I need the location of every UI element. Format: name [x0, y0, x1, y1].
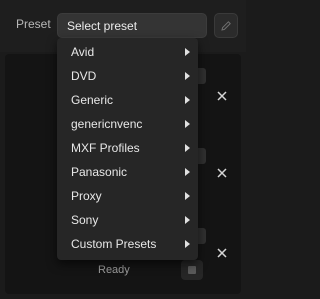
chevron-right-icon [185, 72, 190, 80]
menu-item-generic[interactable]: Generic [57, 88, 198, 112]
menu-item-mxf-profiles[interactable]: MXF Profiles [57, 136, 198, 160]
stop-button[interactable] [181, 260, 203, 280]
chevron-right-icon [185, 240, 190, 248]
menu-item-label: Proxy [71, 189, 102, 203]
close-icon [217, 168, 227, 178]
close-icon [217, 248, 227, 258]
preset-dropdown[interactable]: Select preset [57, 13, 207, 38]
status-text: Ready [98, 264, 130, 276]
remove-job-button[interactable] [215, 89, 229, 103]
menu-item-label: Panasonic [71, 165, 128, 179]
menu-item-label: Avid [71, 45, 95, 59]
chevron-right-icon [185, 96, 190, 104]
chevron-right-icon [185, 192, 190, 200]
menu-item-proxy[interactable]: Proxy [57, 184, 198, 208]
remove-job-button[interactable] [215, 246, 229, 260]
menu-item-label: MXF Profiles [71, 141, 140, 155]
menu-item-label: Sony [71, 213, 99, 227]
menu-item-genericnvenc[interactable]: genericnvenc [57, 112, 198, 136]
preset-label: Preset [16, 17, 51, 31]
preset-menu: Avid DVD Generic genericnvenc MXF Profil… [57, 38, 198, 260]
menu-item-panasonic[interactable]: Panasonic [57, 160, 198, 184]
menu-item-label: genericnvenc [71, 117, 143, 131]
menu-item-sony[interactable]: Sony [57, 208, 198, 232]
remove-job-button[interactable] [215, 166, 229, 180]
edit-preset-button[interactable] [214, 13, 238, 38]
chevron-right-icon [185, 168, 190, 176]
menu-item-label: Generic [71, 93, 114, 107]
close-icon [217, 91, 227, 101]
pencil-icon [221, 20, 231, 31]
menu-item-custom-presets[interactable]: Custom Presets [57, 232, 198, 256]
menu-item-label: Custom Presets [71, 237, 157, 251]
menu-item-dvd[interactable]: DVD [57, 64, 198, 88]
menu-item-avid[interactable]: Avid [57, 40, 198, 64]
chevron-right-icon [185, 120, 190, 128]
stop-icon [188, 266, 196, 274]
preset-dropdown-value: Select preset [67, 19, 138, 33]
menu-item-label: DVD [71, 69, 97, 83]
chevron-right-icon [185, 48, 190, 56]
chevron-right-icon [185, 216, 190, 224]
chevron-right-icon [185, 144, 190, 152]
